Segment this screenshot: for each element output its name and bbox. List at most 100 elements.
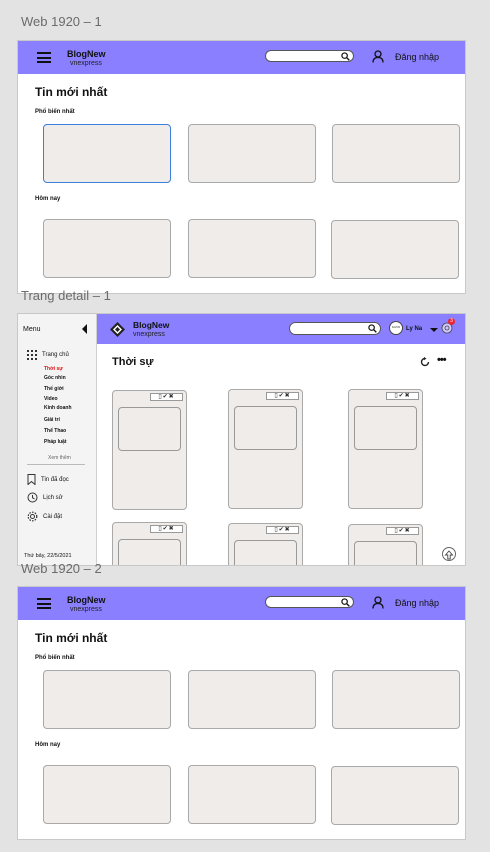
notification-badge: 3 bbox=[448, 318, 455, 325]
card-toolbar[interactable]: ▯✔✖ bbox=[266, 392, 299, 400]
today-card-3[interactable] bbox=[331, 220, 459, 279]
sidebar-item-history[interactable]: Lịch sử bbox=[27, 492, 63, 503]
sidebar: Menu Trang chủ Thời sự Góc nhìn Thế giới… bbox=[18, 314, 97, 565]
card-toolbar[interactable]: ▯✔✖ bbox=[386, 392, 419, 400]
detail-header-bar: BlogNew vnexpress FAVOR Ly Na 3 bbox=[97, 314, 465, 344]
brand-logo[interactable]: BlogNew vnexpress bbox=[67, 596, 106, 614]
sidebar-divider bbox=[27, 464, 85, 465]
brand-name: BlogNew bbox=[67, 49, 106, 59]
sidebar-sub-the-thao[interactable]: Thể Thao bbox=[44, 428, 66, 434]
sidebar-sub-the-gioi[interactable]: Thế giới bbox=[44, 386, 64, 392]
search-input[interactable] bbox=[289, 322, 381, 335]
popular-card-3[interactable] bbox=[332, 670, 460, 729]
sidebar-item-home[interactable]: Trang chủ bbox=[27, 350, 69, 360]
brand-subtitle: vnexpress bbox=[133, 331, 165, 338]
header-bar: BlogNew vnexpress Đăng nhập bbox=[18, 587, 465, 620]
collapse-menu-icon[interactable] bbox=[82, 324, 87, 334]
card-thumbnail bbox=[354, 541, 417, 565]
user-name[interactable]: Ly Na bbox=[406, 326, 422, 332]
search-icon[interactable] bbox=[368, 324, 377, 333]
popular-card-2[interactable] bbox=[188, 670, 316, 729]
today-card-2[interactable] bbox=[188, 765, 316, 824]
popular-card-1[interactable] bbox=[43, 670, 171, 729]
card-thumbnail bbox=[354, 406, 417, 450]
page-title: Tin mới nhất bbox=[35, 85, 108, 99]
reload-icon[interactable] bbox=[420, 357, 430, 367]
gear-icon bbox=[27, 511, 38, 522]
article-card[interactable]: ▯✔✖ bbox=[348, 389, 423, 509]
card-thumbnail bbox=[118, 407, 181, 451]
sidebar-sub-thoi-su[interactable]: Thời sự bbox=[44, 366, 63, 372]
today-card-2[interactable] bbox=[188, 219, 316, 278]
search-icon[interactable] bbox=[341, 52, 350, 61]
popular-card-1[interactable] bbox=[43, 124, 171, 183]
sidebar-sub-video[interactable]: Video bbox=[44, 396, 58, 402]
card-thumbnail bbox=[234, 540, 297, 565]
card-toolbar[interactable]: ▯✔✖ bbox=[150, 525, 183, 533]
login-link[interactable]: Đăng nhập bbox=[395, 598, 439, 608]
article-card[interactable]: ▯✔✖ bbox=[348, 524, 423, 565]
scroll-to-top-button[interactable] bbox=[442, 547, 456, 561]
article-card[interactable]: ▯✔✖ bbox=[228, 389, 303, 509]
sidebar-item-read-label: Tin đã đọc bbox=[41, 476, 69, 483]
current-date: Thứ bảy, 22/5/2021 bbox=[24, 553, 72, 559]
artboard-web2: BlogNew vnexpress Đăng nhập Tin mới nhất… bbox=[17, 586, 466, 840]
user-icon[interactable] bbox=[372, 596, 384, 609]
grid-icon bbox=[27, 350, 37, 360]
bookmark-icon bbox=[27, 474, 36, 485]
artboard-label-web2: Web 1920 – 2 bbox=[21, 561, 102, 576]
section-popular-label: Phổ biến nhất bbox=[35, 655, 75, 661]
user-icon[interactable] bbox=[372, 50, 384, 63]
sidebar-sub-phap-luat[interactable]: Pháp luật bbox=[44, 439, 67, 445]
history-icon bbox=[27, 492, 38, 503]
search-icon[interactable] bbox=[341, 598, 350, 607]
artboard-web1: BlogNew vnexpress Đăng nhập Tin mới nhất… bbox=[17, 40, 466, 294]
popular-card-3[interactable] bbox=[332, 124, 460, 183]
brand-subtitle: vnexpress bbox=[70, 606, 102, 613]
card-thumbnail bbox=[118, 539, 181, 565]
brand-name: BlogNew bbox=[133, 320, 170, 330]
sidebar-sub-giai-tri[interactable]: Giải trí bbox=[44, 417, 60, 423]
login-link[interactable]: Đăng nhập bbox=[395, 52, 439, 62]
sidebar-item-history-label: Lịch sử bbox=[43, 494, 63, 501]
hamburger-menu-icon[interactable] bbox=[37, 598, 51, 609]
search-input[interactable] bbox=[265, 596, 354, 608]
brand-logo-icon[interactable] bbox=[110, 322, 125, 337]
hamburger-menu-icon[interactable] bbox=[37, 52, 51, 63]
article-card[interactable]: ▯✔✖ bbox=[112, 522, 187, 565]
section-today-label: Hôm nay bbox=[35, 742, 61, 748]
page-title: Thời sự bbox=[112, 356, 154, 368]
brand[interactable]: BlogNew vnexpress bbox=[133, 320, 169, 340]
today-card-3[interactable] bbox=[331, 766, 459, 825]
sidebar-item-home-label: Trang chủ bbox=[42, 352, 69, 358]
section-today-label: Hôm nay bbox=[35, 196, 61, 202]
article-card[interactable]: ▯✔✖ bbox=[228, 523, 303, 565]
today-card-1[interactable] bbox=[43, 219, 171, 278]
brand-logo[interactable]: BlogNew vnexpress bbox=[67, 50, 106, 68]
header-bar: BlogNew vnexpress Đăng nhập bbox=[18, 41, 465, 74]
article-card[interactable]: ▯✔✖ bbox=[112, 390, 187, 510]
sidebar-sub-goc-nhin[interactable]: Góc nhìn bbox=[44, 375, 66, 381]
sidebar-item-settings-label: Cài đặt bbox=[43, 513, 63, 520]
card-toolbar[interactable]: ▯✔✖ bbox=[386, 527, 419, 535]
avatar[interactable]: FAVOR bbox=[389, 321, 403, 335]
sidebar-item-read[interactable]: Tin đã đọc bbox=[27, 474, 69, 485]
brand-name: BlogNew bbox=[67, 595, 106, 605]
card-thumbnail bbox=[234, 406, 297, 450]
card-toolbar[interactable]: ▯✔✖ bbox=[150, 393, 183, 401]
sidebar-sub-kinh-doanh[interactable]: Kinh doanh bbox=[44, 405, 72, 411]
search-input[interactable] bbox=[265, 50, 354, 62]
popular-card-2[interactable] bbox=[188, 124, 316, 183]
arrow-up-icon bbox=[444, 550, 454, 560]
chevron-down-icon[interactable] bbox=[430, 328, 438, 332]
today-card-1[interactable] bbox=[43, 765, 171, 824]
more-options-icon[interactable]: ••• bbox=[437, 354, 447, 366]
card-toolbar[interactable]: ▯✔✖ bbox=[266, 526, 299, 534]
section-popular-label: Phổ biến nhất bbox=[35, 109, 75, 115]
sidebar-item-settings[interactable]: Cài đặt bbox=[27, 511, 62, 522]
see-more-link[interactable]: Xem thêm bbox=[48, 455, 71, 461]
artboard-label-web1: Web 1920 – 1 bbox=[21, 14, 102, 29]
artboard-detail: Menu Trang chủ Thời sự Góc nhìn Thế giới… bbox=[17, 313, 466, 566]
menu-label: Menu bbox=[23, 326, 41, 333]
artboard-label-detail: Trang detail – 1 bbox=[21, 288, 111, 303]
